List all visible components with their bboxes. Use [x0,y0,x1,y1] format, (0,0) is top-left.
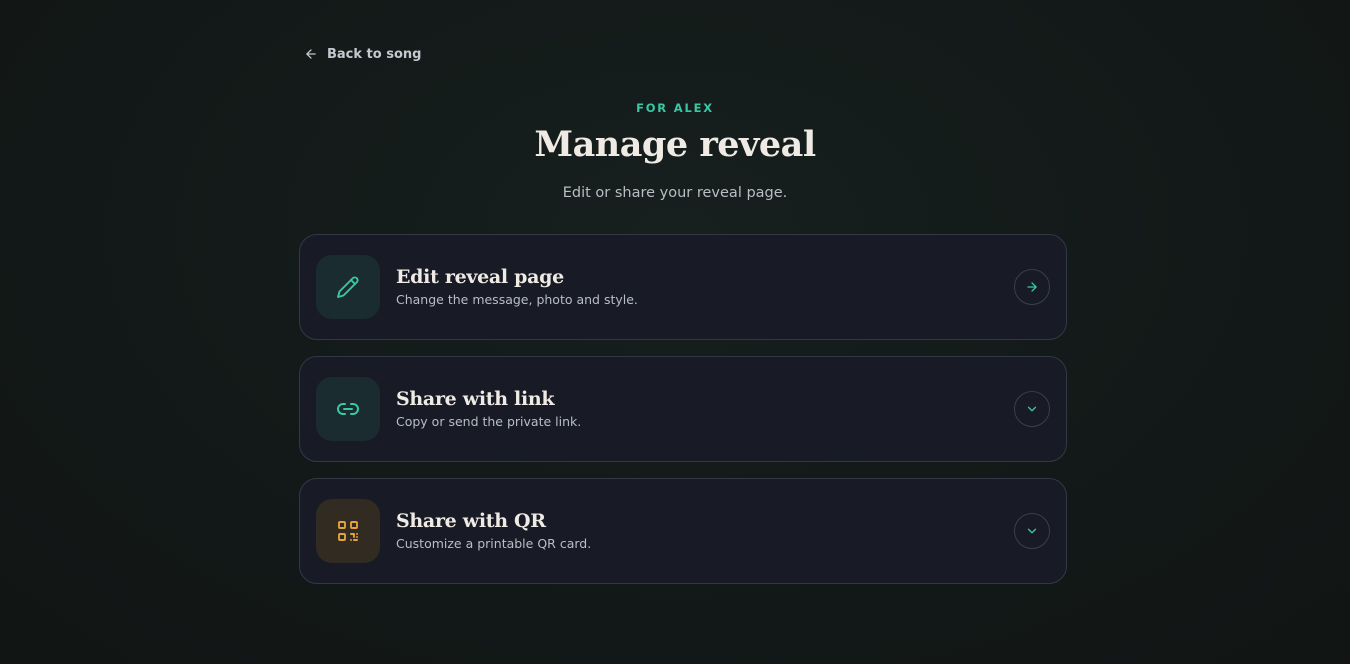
card-description: Change the message, photo and style. [396,292,638,307]
pencil-icon [316,255,380,319]
share-with-link-card[interactable]: Share with link Copy or send the private… [299,356,1067,462]
page-title: Manage reveal [534,124,816,165]
chevron-down-icon[interactable] [1014,513,1050,549]
link-icon [316,377,380,441]
back-to-song-link[interactable]: Back to song [304,45,421,63]
arrow-right-icon[interactable] [1014,269,1050,305]
arrow-left-icon [304,47,318,61]
share-with-qr-card[interactable]: Share with QR Customize a printable QR c… [299,478,1067,584]
card-title: Share with link [396,388,555,410]
card-description: Copy or send the private link. [396,414,582,429]
card-title: Edit reveal page [396,266,564,288]
page-subtitle: Edit or share your reveal page. [562,185,788,201]
recipient-eyebrow: FOR ALEX [636,101,714,115]
edit-reveal-page-card[interactable]: Edit reveal page Change the message, pho… [299,234,1067,340]
back-label: Back to song [327,46,422,62]
qr-code-icon [316,499,380,563]
chevron-down-icon[interactable] [1014,391,1050,427]
card-description: Customize a printable QR card. [396,536,592,551]
card-title: Share with QR [396,510,546,532]
